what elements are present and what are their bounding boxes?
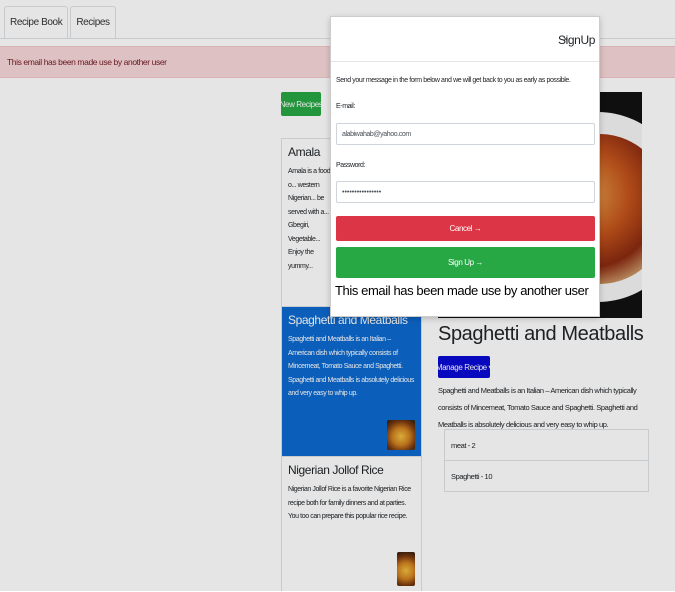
password-label: Password: — [336, 162, 366, 169]
modal-intro: Send your message in the form below and … — [336, 77, 571, 84]
password-field[interactable]: •••••••••••••••• — [336, 181, 595, 203]
signup-button[interactable]: Sign Up → — [336, 247, 595, 278]
email-label: E-mail: — [336, 103, 355, 110]
modal-error-text: This email has been made use by another … — [335, 283, 589, 298]
email-field[interactable]: alabiwahab@yahoo.com — [336, 123, 595, 145]
cancel-button[interactable]: Cancel → — [336, 216, 595, 241]
signup-modal: × SignUp Send your message in the form b… — [330, 16, 600, 317]
modal-title: SignUp — [558, 33, 595, 47]
modal-header: × SignUp — [331, 17, 599, 62]
